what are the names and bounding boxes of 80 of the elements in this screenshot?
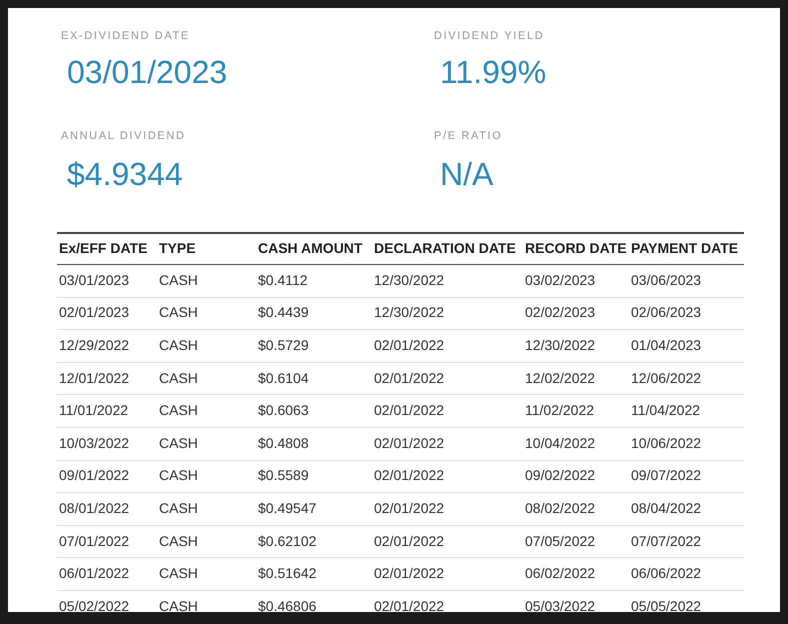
table-cell: 10/06/2022	[631, 434, 702, 451]
table-cell: CASH	[159, 370, 198, 386]
table-cell: 02/01/2022	[374, 402, 444, 418]
table-cell: 09/01/2022	[59, 467, 130, 484]
table-cell: 07/07/2022	[631, 532, 702, 549]
table-cell: 07/01/2022	[59, 532, 130, 549]
table-cell: 07/05/2022	[525, 532, 596, 549]
table-cell: 05/03/2022	[525, 598, 596, 612]
stat-label: P/E RATIO	[434, 129, 502, 144]
column-header: TYPE	[159, 240, 196, 256]
table-cell: $0.6104	[258, 370, 309, 386]
table-cell: 10/04/2022	[525, 434, 596, 451]
table-cell: 02/01/2022	[374, 336, 444, 353]
table-cell: 02/01/2022	[374, 467, 444, 484]
table-cell: CASH	[159, 272, 198, 288]
column-header: RECORD DATE	[525, 240, 627, 256]
table-cell: $0.62102	[258, 532, 316, 549]
table-cell: 05/05/2022	[631, 598, 702, 612]
table-cell: 10/03/2022	[59, 434, 130, 451]
table-cell: 12/02/2022	[525, 370, 596, 386]
table-cell: 11/02/2022	[525, 402, 594, 418]
column-header: PAYMENT DATE	[631, 240, 738, 256]
table-cell: 01/04/2023	[631, 336, 702, 353]
table-cell: CASH	[159, 402, 198, 418]
table-cell: $0.51642	[258, 565, 316, 582]
table-cell: CASH	[159, 500, 198, 516]
table-cell: 12/06/2022	[631, 370, 702, 386]
table-cell: 12/30/2022	[525, 336, 596, 353]
table-cell: 02/06/2023	[631, 304, 702, 320]
table-cell: 03/02/2023	[525, 272, 596, 288]
table-cell: CASH	[159, 598, 198, 612]
table-cell: $0.49547	[258, 500, 316, 516]
table-cell: 05/02/2022	[59, 598, 130, 612]
stat-label: DIVIDEND YIELD	[434, 29, 544, 44]
table-cell: CASH	[159, 467, 198, 484]
stat-value: 11.99%	[440, 53, 546, 92]
table-cell: 12/30/2022	[374, 304, 444, 320]
table-cell: 02/01/2022	[374, 370, 444, 386]
table-cell: 09/07/2022	[631, 467, 702, 484]
table-cell: $0.6063	[258, 402, 309, 418]
stat-value: N/A	[440, 155, 494, 194]
table-cell: 12/29/2022	[59, 336, 130, 353]
column-header: DECLARATION DATE	[374, 240, 516, 256]
table-cell: 02/01/2022	[374, 532, 444, 549]
table-cell: 08/01/2022	[59, 500, 130, 516]
table-cell: 12/01/2022	[59, 370, 130, 386]
table-cell: 06/06/2022	[631, 565, 702, 582]
table-cell: $0.4808	[258, 434, 309, 451]
column-header: CASH AMOUNT	[258, 240, 362, 256]
table-cell: 02/01/2022	[374, 500, 444, 516]
stat-value: 03/01/2023	[67, 53, 228, 92]
table-cell: 06/01/2022	[59, 565, 130, 582]
table-cell: CASH	[159, 434, 198, 451]
table-cell: CASH	[159, 336, 198, 353]
table-cell: 03/06/2023	[631, 272, 702, 288]
table-cell: CASH	[159, 304, 198, 320]
table-cell: 03/01/2023	[59, 272, 130, 288]
stat-label: EX-DIVIDEND DATE	[61, 29, 190, 44]
stat-value: $4.9344	[67, 155, 183, 194]
table-cell: $0.4439	[258, 304, 309, 320]
table-cell: 12/30/2022	[374, 272, 444, 288]
table-cell: $0.5729	[258, 336, 309, 353]
table-cell: CASH	[159, 565, 198, 582]
table-cell: 11/04/2022	[631, 402, 700, 418]
table-cell: 06/02/2022	[525, 565, 596, 582]
table-cell: CASH	[159, 532, 198, 549]
table-cell: 02/01/2022	[374, 598, 444, 612]
table-cell: $0.4112	[258, 272, 308, 288]
table-cell: 02/01/2022	[374, 434, 444, 451]
table-cell: 08/04/2022	[631, 500, 702, 516]
stat-label: ANNUAL DIVIDEND	[61, 129, 186, 144]
column-header: Ex/EFF DATE	[59, 240, 148, 256]
table-cell: 02/01/2022	[374, 565, 444, 582]
table-cell: 08/02/2022	[525, 500, 596, 516]
table-cell: $0.46806	[258, 598, 316, 612]
table-cell: 11/01/2022	[59, 402, 128, 418]
table-cell: 09/02/2022	[525, 467, 596, 484]
table-cell: 02/02/2023	[525, 304, 596, 320]
table-cell: 02/01/2023	[59, 304, 130, 320]
table-cell: $0.5589	[258, 467, 309, 484]
